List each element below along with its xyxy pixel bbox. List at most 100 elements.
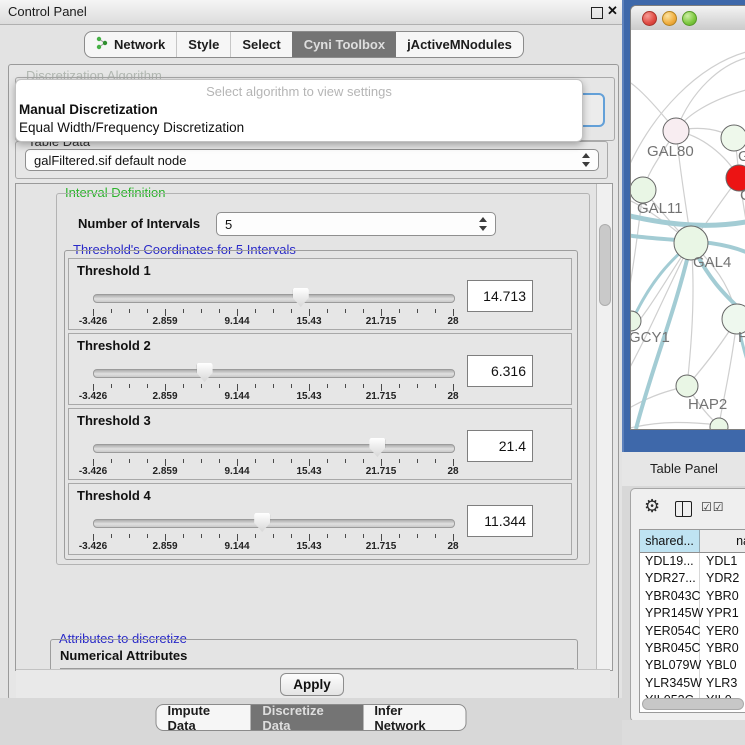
table-data-combobox[interactable]: galFiltered.sif default node — [25, 149, 599, 171]
vertical-scrollbar[interactable] — [596, 184, 612, 670]
tab-impute-data[interactable]: Impute Data — [157, 705, 251, 730]
tab-style[interactable]: Style — [176, 32, 230, 57]
cell-name[interactable]: YDL1 — [700, 553, 745, 570]
threshold-value-field[interactable]: 6.316 — [467, 355, 533, 387]
threshold-value-field[interactable]: 14.713 — [467, 280, 533, 312]
threshold-row: Threshold 4-3.4262.8599.14415.4321.71528… — [68, 483, 572, 555]
apply-button[interactable]: Apply — [280, 673, 344, 696]
slider-handle[interactable] — [197, 363, 213, 382]
tick-mark — [219, 534, 220, 538]
cell-name[interactable]: YBR0 — [700, 640, 745, 657]
tick-mark — [381, 534, 382, 541]
scale-label: 28 — [447, 316, 458, 327]
cell-name[interactable]: YDR2 — [700, 570, 745, 587]
cell-shared-name[interactable]: YBR045C — [640, 640, 700, 657]
node-attribute-table[interactable]: shared... na YDL19...YDL1YDR27...YDR2YBR… — [639, 529, 745, 713]
scale-label: -3.426 — [79, 391, 107, 402]
cell-shared-name[interactable]: YPR145W — [640, 605, 700, 622]
float-window-icon[interactable] — [591, 7, 603, 19]
table-row[interactable]: YBL079WYBL0 — [640, 657, 745, 674]
cell-shared-name[interactable]: YDL19... — [640, 553, 700, 570]
slider-handle[interactable] — [293, 288, 309, 307]
tab-jactivemnodules[interactable]: jActiveMNodules — [396, 32, 523, 57]
column-layout-icon[interactable] — [675, 501, 692, 517]
network-node[interactable] — [631, 311, 641, 331]
table-row[interactable]: YDL19...YDL1 — [640, 553, 745, 570]
cell-shared-name[interactable]: YLR345W — [640, 675, 700, 692]
tick-mark — [201, 384, 202, 388]
tick-mark — [201, 459, 202, 463]
cell-name[interactable]: YBR0 — [700, 588, 745, 605]
minimize-traffic-light-icon[interactable] — [662, 11, 677, 26]
tick-mark — [147, 534, 148, 538]
cell-shared-name[interactable]: YBL079W — [640, 657, 700, 674]
threshold-slider[interactable] — [93, 287, 453, 307]
tick-mark — [165, 459, 166, 466]
network-node[interactable] — [663, 118, 689, 144]
slider-scale-labels: -3.4262.8599.14415.4321.71528 — [93, 391, 453, 402]
tick-mark — [435, 534, 436, 538]
table-panel: ⚙ ☑☑ shared... na YDL19...YDL1YDR27...YD… — [630, 488, 745, 722]
tab-discretize-data[interactable]: Discretize Data — [250, 705, 363, 730]
tab-infer-network[interactable]: Infer Network — [363, 705, 465, 730]
table-row[interactable]: YER054CYER0 — [640, 623, 745, 640]
table-panel-toolbar: ⚙ ☑☑ — [631, 489, 745, 527]
tick-mark — [255, 534, 256, 538]
tab-cyni-toolbox[interactable]: Cyni Toolbox — [292, 32, 396, 57]
network-window-titlebar[interactable] — [631, 6, 745, 31]
cell-name[interactable]: YER0 — [700, 623, 745, 640]
table-row[interactable]: YLR345WYLR3 — [640, 675, 745, 692]
cell-name[interactable]: YBL0 — [700, 657, 745, 674]
slider-track[interactable] — [93, 294, 455, 303]
select-columns-icon[interactable]: ☑☑ — [701, 500, 725, 514]
slider-handle[interactable] — [254, 513, 270, 532]
threshold-label: Threshold 1 — [77, 263, 151, 278]
threshold-slider[interactable] — [93, 512, 453, 532]
tab-network[interactable]: Network — [85, 32, 176, 57]
tab-label: Network — [114, 37, 165, 52]
scale-label: 9.144 — [224, 391, 249, 402]
number-of-intervals-combobox[interactable]: 5 — [216, 212, 496, 236]
algorithm-option-manual[interactable]: Manual Discretization — [19, 102, 158, 117]
threshold-value-field[interactable]: 21.4 — [467, 430, 533, 462]
gear-icon[interactable]: ⚙ — [644, 496, 660, 517]
threshold-label: Threshold 2 — [77, 338, 151, 353]
tick-mark — [363, 459, 364, 463]
zoom-traffic-light-icon[interactable] — [682, 11, 697, 26]
tick-mark — [165, 534, 166, 541]
close-traffic-light-icon[interactable] — [642, 11, 657, 26]
node-label: GA — [738, 148, 745, 165]
column-header-shared-name[interactable]: shared... — [640, 530, 700, 552]
algorithm-option-equal-width[interactable]: Equal Width/Frequency Discretization — [19, 120, 244, 135]
scale-label: -3.426 — [79, 541, 107, 552]
slider-track[interactable] — [93, 444, 455, 453]
cell-name[interactable]: YLR3 — [700, 675, 745, 692]
tab-select[interactable]: Select — [230, 32, 291, 57]
apply-strip: Apply — [16, 669, 610, 699]
table-row[interactable]: YBR045CYBR0 — [640, 640, 745, 657]
cell-shared-name[interactable]: YDR27... — [640, 570, 700, 587]
threshold-slider[interactable] — [93, 362, 453, 382]
scrollbar-thumb[interactable] — [599, 224, 611, 306]
network-canvas[interactable]: GAL80GACGAL11GAL4GCY1HHAP2 — [631, 30, 745, 429]
control-panel: Control Panel ✕ NetworkStyleSelectCyni T… — [0, 0, 622, 745]
threshold-slider[interactable] — [93, 437, 453, 457]
scale-label: 15.43 — [296, 541, 321, 552]
cell-shared-name[interactable]: YER054C — [640, 623, 700, 640]
table-row[interactable]: YPR145WYPR1 — [640, 605, 745, 622]
table-row[interactable]: YBR043CYBR0 — [640, 588, 745, 605]
slider-track[interactable] — [93, 519, 455, 528]
close-icon[interactable]: ✕ — [607, 3, 618, 19]
column-header-name[interactable]: na — [700, 530, 745, 552]
tick-mark — [273, 384, 274, 388]
horizontal-scrollbar-thumb[interactable] — [642, 698, 744, 710]
slider-handle[interactable] — [369, 438, 385, 457]
network-node[interactable] — [676, 375, 698, 397]
cell-shared-name[interactable]: YBR043C — [640, 588, 700, 605]
cell-name[interactable]: YPR1 — [700, 605, 745, 622]
slider-track[interactable] — [93, 369, 455, 378]
tick-mark — [309, 459, 310, 466]
scale-label: 15.43 — [296, 391, 321, 402]
threshold-value-field[interactable]: 11.344 — [467, 505, 533, 537]
table-row[interactable]: YDR27...YDR2 — [640, 570, 745, 587]
